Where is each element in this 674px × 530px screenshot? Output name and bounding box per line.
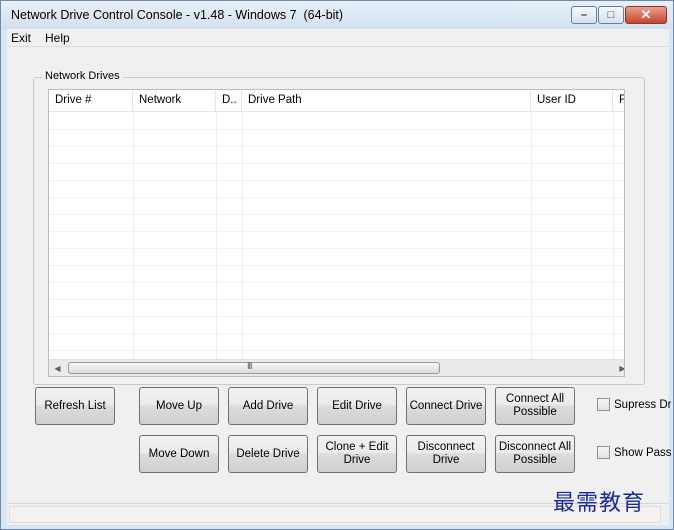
move-down-button[interactable]: Move Down bbox=[139, 435, 219, 473]
show-pass-label: Show Pass bbox=[614, 446, 671, 459]
grid-line bbox=[49, 248, 624, 249]
title-bar[interactable]: Network Drive Control Console - v1.48 - … bbox=[1, 1, 673, 29]
list-body[interactable] bbox=[49, 112, 624, 376]
grid-line bbox=[613, 112, 614, 376]
show-pass-checkbox[interactable] bbox=[597, 446, 610, 459]
connect-all-possible-button[interactable]: Connect All Possible bbox=[495, 387, 575, 425]
column-f[interactable]: F bbox=[613, 90, 624, 112]
supress-checkbox-row[interactable]: Supress Dri bbox=[597, 398, 671, 411]
grid-line bbox=[49, 129, 624, 130]
scroll-right-icon[interactable]: ▶ bbox=[614, 360, 624, 376]
grid-line bbox=[216, 112, 217, 376]
window-title: Network Drive Control Console - v1.48 - … bbox=[11, 8, 344, 22]
column-d[interactable]: D.. bbox=[216, 90, 242, 112]
grid-line bbox=[49, 316, 624, 317]
grip-icon: III bbox=[247, 361, 252, 371]
add-drive-button[interactable]: Add Drive bbox=[228, 387, 308, 425]
grid-line bbox=[49, 299, 624, 300]
supress-checkbox[interactable] bbox=[597, 398, 610, 411]
disconnect-all-possible-button[interactable]: Disconnect All Possible bbox=[495, 435, 575, 473]
menu-exit[interactable]: Exit bbox=[11, 31, 31, 45]
refresh-list-button[interactable]: Refresh List bbox=[35, 387, 115, 425]
minimize-icon: – bbox=[580, 9, 588, 21]
close-button[interactable]: ✕ bbox=[625, 6, 667, 24]
close-icon: ✕ bbox=[640, 7, 652, 22]
grid-line bbox=[133, 112, 134, 376]
supress-label: Supress Dri bbox=[614, 398, 671, 411]
maximize-icon: □ bbox=[607, 9, 615, 21]
group-title: Network Drives bbox=[42, 70, 123, 82]
grid-line bbox=[531, 112, 532, 376]
clone-edit-drive-button[interactable]: Clone + Edit Drive bbox=[317, 435, 397, 473]
grid-line bbox=[49, 197, 624, 198]
grid-line bbox=[49, 265, 624, 266]
show-pass-checkbox-row[interactable]: Show Pass bbox=[597, 446, 671, 459]
horizontal-scrollbar[interactable]: ◀ III ▶ bbox=[49, 359, 624, 376]
drives-list[interactable]: Drive # Network D.. Drive Path User ID F… bbox=[48, 89, 625, 377]
grid-line bbox=[49, 180, 624, 181]
column-user-id[interactable]: User ID bbox=[531, 90, 613, 112]
column-drive-path[interactable]: Drive Path bbox=[242, 90, 531, 112]
menu-bar: Exit Help bbox=[7, 29, 669, 47]
watermark-text: 最需教育 bbox=[553, 491, 646, 516]
grid-line bbox=[49, 350, 624, 351]
minimize-button[interactable]: – bbox=[571, 6, 597, 24]
grid-line bbox=[49, 333, 624, 334]
move-up-button[interactable]: Move Up bbox=[139, 387, 219, 425]
scroll-thumb[interactable]: III bbox=[68, 361, 440, 374]
column-drive-number[interactable]: Drive # bbox=[49, 90, 133, 112]
column-network[interactable]: Network bbox=[133, 90, 216, 112]
maximize-button[interactable]: □ bbox=[598, 6, 624, 24]
menu-help[interactable]: Help bbox=[45, 31, 70, 45]
app-window: Network Drive Control Console - v1.48 - … bbox=[0, 0, 674, 530]
connect-drive-button[interactable]: Connect Drive bbox=[406, 387, 486, 425]
grid-line bbox=[242, 112, 243, 376]
grid-line bbox=[49, 231, 624, 232]
delete-drive-button[interactable]: Delete Drive bbox=[228, 435, 308, 473]
list-header: Drive # Network D.. Drive Path User ID F bbox=[49, 90, 624, 112]
grid-line bbox=[49, 146, 624, 147]
grid-line bbox=[49, 163, 624, 164]
grid-line bbox=[49, 282, 624, 283]
window-controls: – □ ✕ bbox=[570, 6, 667, 24]
edit-drive-button[interactable]: Edit Drive bbox=[317, 387, 397, 425]
disconnect-drive-button[interactable]: Disconnect Drive bbox=[406, 435, 486, 473]
grid-line bbox=[49, 214, 624, 215]
scroll-left-icon[interactable]: ◀ bbox=[49, 360, 66, 376]
